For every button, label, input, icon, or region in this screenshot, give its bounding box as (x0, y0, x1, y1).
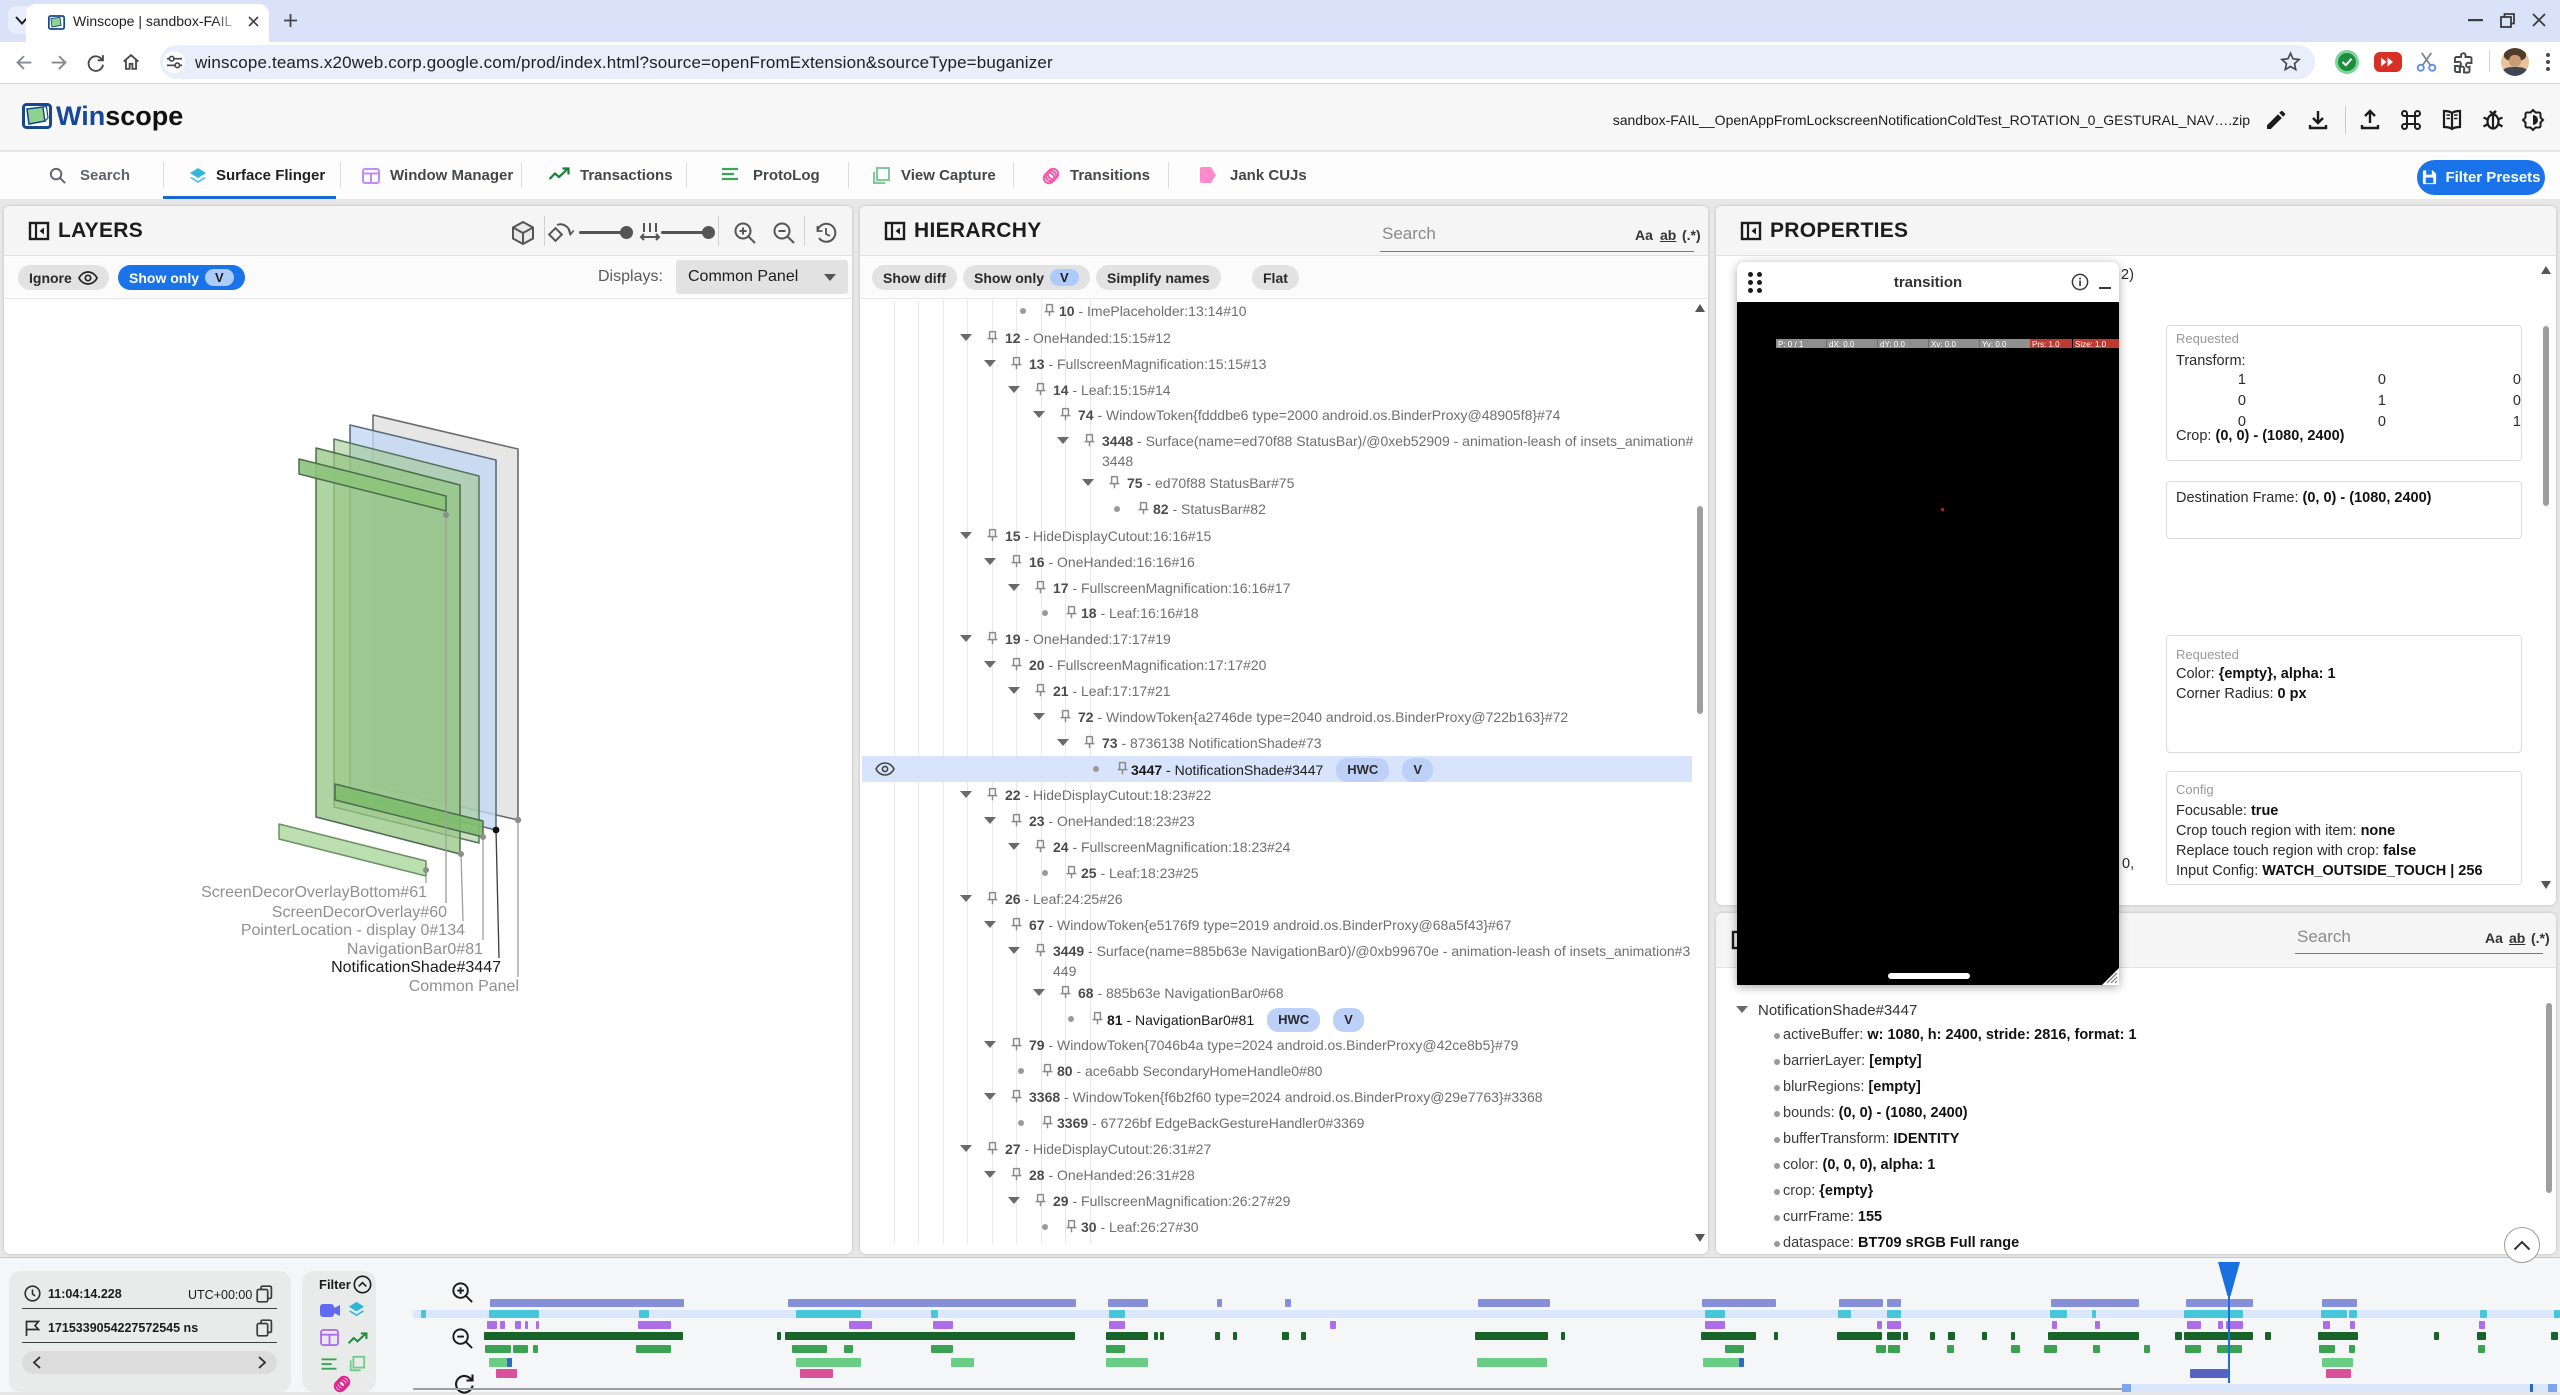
svg-text:Common Panel: Common Panel (409, 978, 519, 995)
svg-text:ScreenDecorOverlayBottom#61: ScreenDecorOverlayBottom#61 (201, 884, 427, 901)
svg-text:PointerLocation - display 0#13: PointerLocation - display 0#134 (241, 922, 465, 939)
svg-text:NavigationBar0#81: NavigationBar0#81 (347, 941, 483, 958)
svg-text:NotificationShade#3447: NotificationShade#3447 (331, 959, 501, 976)
svg-text:ScreenDecorOverlay#60: ScreenDecorOverlay#60 (272, 904, 447, 921)
